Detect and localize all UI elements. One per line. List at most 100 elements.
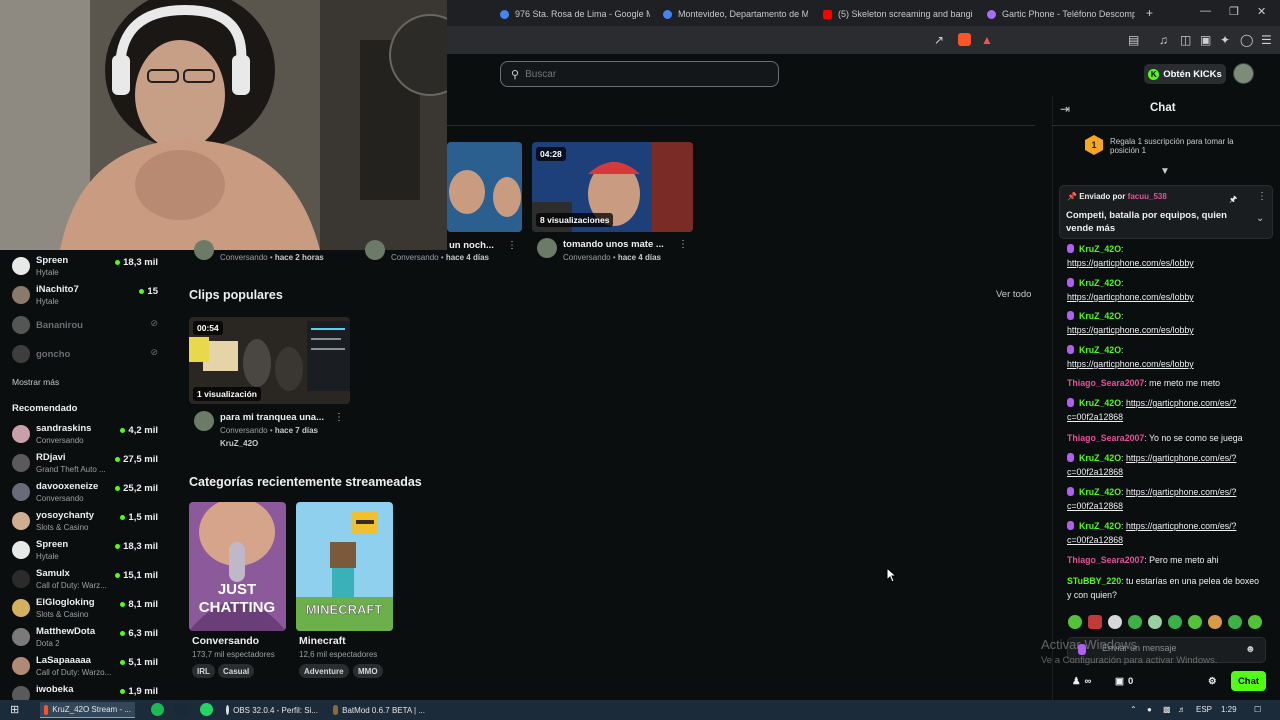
- emoji-icon[interactable]: ☻: [1245, 644, 1256, 655]
- chevron-down-icon[interactable]: ⌄: [1256, 213, 1264, 224]
- browser-tab-montevideo[interactable]: Montevideo, Departamento de Mont: [663, 4, 808, 24]
- emote-icon[interactable]: [1088, 615, 1102, 629]
- emote-icon[interactable]: [1208, 615, 1222, 629]
- channel-avatar[interactable]: [365, 240, 385, 260]
- video-title[interactable]: tomando unos mate ...: [563, 239, 664, 250]
- menu-icon[interactable]: ☰: [1261, 33, 1272, 47]
- category-name[interactable]: Conversando: [192, 635, 259, 647]
- language-indicator[interactable]: ESP: [1196, 705, 1212, 714]
- wallet-icon[interactable]: ▣: [1200, 33, 1211, 47]
- see-all-link[interactable]: Ver todo: [996, 289, 1031, 300]
- sidebar-item-recommended[interactable]: MatthewDota Dota 2 6,3 mil: [12, 625, 162, 651]
- channel-avatar[interactable]: [194, 240, 214, 260]
- emote-icon[interactable]: [1128, 615, 1142, 629]
- get-kicks-button[interactable]: K Obtén KICKs: [1144, 64, 1226, 84]
- reading-view-icon[interactable]: ◫: [1180, 33, 1191, 47]
- chat-username[interactable]: KruZ_42O: [1079, 453, 1121, 463]
- category-tag[interactable]: Casual: [218, 664, 255, 678]
- chat-link[interactable]: https://garticphone.com/es/lobby: [1067, 325, 1194, 335]
- pin-icon[interactable]: 🖈: [1229, 192, 1237, 208]
- sidebar-item-recommended[interactable]: LaSapaaaaa Call of Duty: Warzo... 5,1 mil: [12, 654, 162, 680]
- microphone-icon[interactable]: ●: [1147, 705, 1152, 714]
- emote-icon[interactable]: [1168, 615, 1182, 629]
- brave-rewards-icon[interactable]: ▲: [981, 33, 993, 47]
- search-box[interactable]: ⚲: [500, 61, 779, 87]
- category-name[interactable]: Minecraft: [299, 635, 346, 647]
- start-icon[interactable]: ⊞: [10, 703, 19, 716]
- filter-icon[interactable]: ▼: [1160, 166, 1170, 177]
- volume-icon[interactable]: ♬: [1178, 705, 1186, 714]
- video-thumbnail[interactable]: [447, 142, 522, 232]
- sidebar-item-goncho[interactable]: goncho ⊘: [12, 342, 162, 368]
- vpn-icon[interactable]: ◯: [1240, 33, 1253, 47]
- music-icon[interactable]: ♫: [1159, 33, 1168, 47]
- emote-icon[interactable]: [1228, 615, 1242, 629]
- restore-icon[interactable]: ❐: [1229, 5, 1239, 18]
- chat-username[interactable]: KruZ_42O: [1079, 487, 1121, 497]
- pinned-by-user[interactable]: facuu_538: [1128, 192, 1167, 201]
- steam-icon[interactable]: [175, 703, 188, 716]
- clip-title[interactable]: para mi tranquea una...: [220, 412, 324, 423]
- emote-icon[interactable]: [1068, 615, 1082, 629]
- emote-icon[interactable]: [1148, 615, 1162, 629]
- chat-username[interactable]: KruZ_42O: [1079, 398, 1121, 408]
- clip-author[interactable]: KruZ_42O: [220, 439, 258, 448]
- category-tag[interactable]: Adventure: [299, 664, 349, 678]
- kicks-balance[interactable]: ▣ 0: [1115, 676, 1133, 687]
- sidebar-item-recommended[interactable]: Samulx Call of Duty: Warz... 15,1 mil: [12, 567, 162, 593]
- whatsapp-icon[interactable]: [200, 703, 213, 716]
- emote-icon[interactable]: [1248, 615, 1262, 629]
- more-options-icon[interactable]: ⋮: [507, 240, 517, 251]
- more-options-icon[interactable]: ⋮: [334, 412, 344, 423]
- tray-chevron-icon[interactable]: ⌃: [1130, 705, 1137, 714]
- chat-username[interactable]: KruZ_42O: [1079, 278, 1121, 288]
- taskbar-obs[interactable]: OBS 32.0.4 - Perfil: Si...: [222, 702, 322, 718]
- more-options-icon[interactable]: ⋮: [1257, 191, 1267, 202]
- sidebar-item-spreen[interactable]: Spreen Hytale 18,3 mil: [12, 254, 162, 280]
- sidebar-item-recommended[interactable]: davooxeneize Conversando 25,2 mil: [12, 480, 162, 506]
- send-chat-button[interactable]: Chat: [1231, 671, 1266, 691]
- notifications-icon[interactable]: ☐: [1254, 705, 1261, 714]
- user-avatar[interactable]: [1233, 63, 1254, 84]
- settings-icon[interactable]: ⚙: [1208, 676, 1217, 687]
- collapse-chat-icon[interactable]: ⇥: [1060, 102, 1070, 116]
- chat-username[interactable]: Thiago_Seara2007: [1067, 433, 1144, 443]
- sidebar-item-recommended[interactable]: RDjavi Grand Theft Auto ... 27,5 mil: [12, 451, 162, 477]
- chat-username[interactable]: Thiago_Seara2007: [1067, 378, 1144, 388]
- chat-username[interactable]: Thiago_Seara2007: [1067, 555, 1144, 565]
- minimize-icon[interactable]: —: [1200, 5, 1211, 17]
- show-more-link[interactable]: Mostrar más: [12, 377, 59, 387]
- new-tab-button[interactable]: +: [1146, 6, 1153, 20]
- emote-icon[interactable]: [1108, 615, 1122, 629]
- channel-avatar[interactable]: [537, 238, 557, 258]
- taskbar-brave[interactable]: KruZ_42O Stream - ...: [40, 702, 135, 718]
- more-options-icon[interactable]: ⋮: [678, 239, 688, 250]
- category-tag[interactable]: MMO: [353, 664, 383, 678]
- sidebar-item-recommended[interactable]: ElGlogloking Slots & Casino 8,1 mil: [12, 596, 162, 622]
- chat-username[interactable]: KruZ_42O: [1079, 244, 1121, 254]
- chat-link[interactable]: https://garticphone.com/es/lobby: [1067, 258, 1194, 268]
- category-card-conversando[interactable]: JUST CHATTING: [189, 502, 286, 631]
- chat-username[interactable]: STuBBY_220: [1067, 576, 1121, 586]
- chat-username[interactable]: KruZ_42O: [1079, 345, 1121, 355]
- clip-thumbnail[interactable]: 00:54 1 visualización: [189, 317, 350, 404]
- chat-username[interactable]: KruZ_42O: [1079, 311, 1121, 321]
- search-input[interactable]: [525, 68, 766, 80]
- sidebar-item-bananirou[interactable]: Bananirou ⊘: [12, 313, 162, 339]
- clock[interactable]: 1:29: [1221, 705, 1237, 714]
- emote-icon[interactable]: [1188, 615, 1202, 629]
- channel-avatar[interactable]: [194, 411, 214, 431]
- leo-ai-icon[interactable]: ✦: [1220, 33, 1230, 47]
- chat-username[interactable]: KruZ_42O: [1079, 521, 1121, 531]
- channel-points[interactable]: ♟ ∞: [1072, 676, 1091, 687]
- brave-shield-icon[interactable]: [958, 33, 971, 46]
- network-icon[interactable]: ▩: [1163, 705, 1171, 714]
- category-tag[interactable]: IRL: [192, 664, 215, 678]
- close-icon[interactable]: ✕: [1257, 5, 1266, 18]
- taskbar-batmod[interactable]: BatMod 0.6.7 BETA | ...: [329, 702, 429, 718]
- sidebar-item-recommended[interactable]: yosoychanty Slots & Casino 1,5 mil: [12, 509, 162, 535]
- browser-tab-gartic[interactable]: Gartic Phone - Teléfono Descompue: [987, 4, 1135, 24]
- sidebar-item-recommended[interactable]: sandraskins Conversando 4,2 mil: [12, 422, 162, 448]
- video-thumbnail[interactable]: 04:28 8 visualizaciones: [532, 142, 693, 232]
- video-title[interactable]: un noch...: [449, 240, 494, 251]
